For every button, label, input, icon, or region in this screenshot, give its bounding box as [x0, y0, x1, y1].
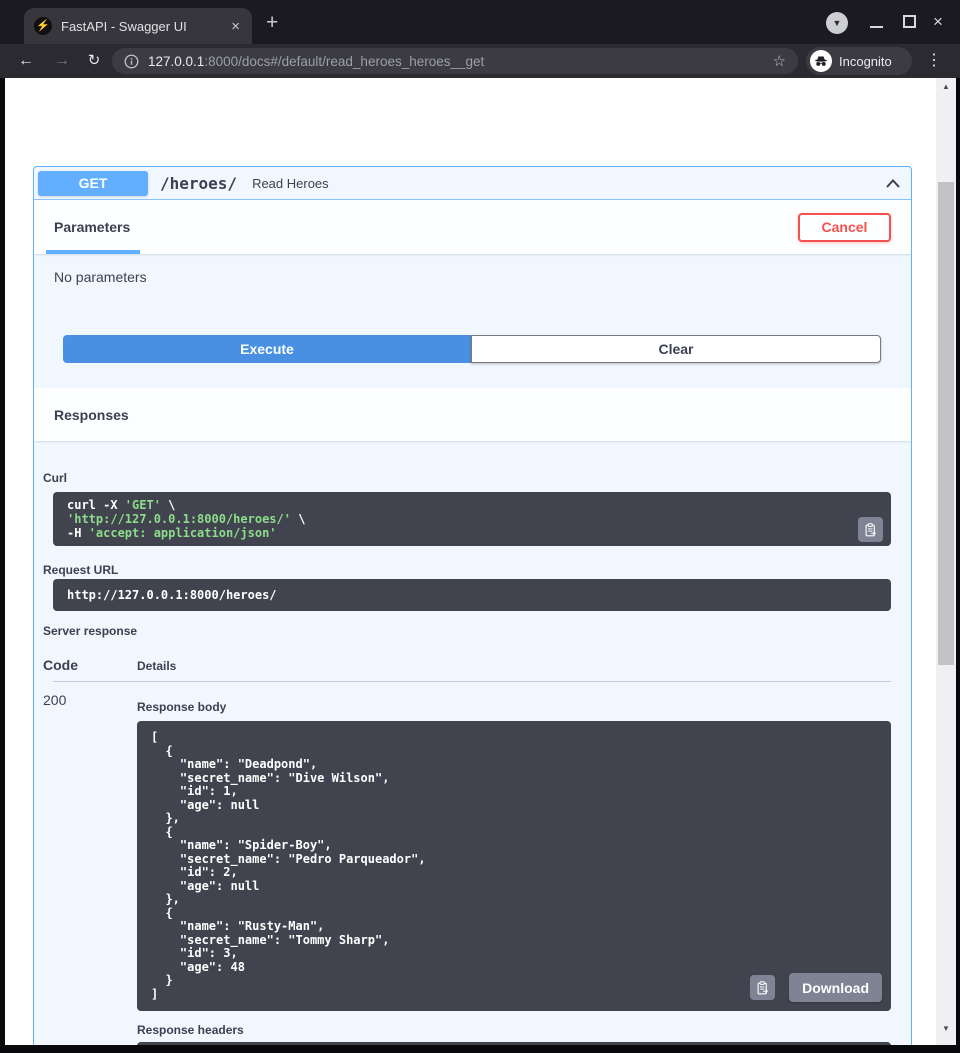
- clear-button[interactable]: Clear: [471, 335, 881, 363]
- incognito-spy-icon: [810, 50, 832, 72]
- browser-window: ⚡ FastAPI - Swagger UI × + ▼ × ← → ↻ 127…: [0, 0, 960, 1053]
- tab-strip: ⚡ FastAPI - Swagger UI × + ▼ ×: [0, 0, 960, 44]
- request-url-value: http://127.0.0.1:8000/heroes/: [53, 579, 891, 611]
- browser-menu-icon[interactable]: ⋮: [926, 44, 942, 78]
- http-method-badge: GET: [38, 171, 148, 196]
- url-text: 127.0.0.1:8000/docs#/default/read_heroes…: [148, 54, 765, 69]
- scrollbar-up-icon[interactable]: ▲: [936, 82, 956, 91]
- response-table-header: Code Details: [43, 655, 891, 673]
- window-maximize-button[interactable]: [903, 15, 916, 28]
- incognito-label: Incognito: [839, 54, 892, 69]
- url-path: :8000/docs#/default/read_heroes_heroes__…: [204, 54, 484, 69]
- url-host: 127.0.0.1: [148, 54, 204, 69]
- forward-button[interactable]: →: [50, 44, 74, 78]
- table-divider: [53, 681, 891, 682]
- execute-row: Execute Clear: [63, 335, 881, 363]
- cancel-button[interactable]: Cancel: [798, 213, 891, 242]
- scrollbar-down-icon[interactable]: ▼: [936, 1024, 956, 1033]
- response-body-actions: Download: [750, 973, 882, 1002]
- details-column-header: Details: [137, 659, 176, 673]
- request-url-label: Request URL: [43, 563, 891, 577]
- reload-button[interactable]: ↻: [82, 44, 106, 78]
- tab-search-icon[interactable]: ▼: [826, 12, 848, 34]
- response-details: Response body [ { "name": "Deadpond", "s…: [137, 692, 891, 1053]
- window-edge-left: [0, 78, 5, 1053]
- tab-title: FastAPI - Swagger UI: [61, 19, 229, 34]
- swagger-page: GET /heroes/ Read Heroes Parameters Canc…: [0, 78, 956, 1053]
- browser-tab[interactable]: ⚡ FastAPI - Swagger UI ×: [24, 8, 252, 44]
- collapse-chevron-icon[interactable]: [883, 174, 903, 194]
- parameters-body: No parameters Execute Clear: [34, 254, 911, 388]
- back-button[interactable]: ←: [14, 44, 38, 78]
- opblock-get-heroes: GET /heroes/ Read Heroes Parameters Canc…: [33, 166, 912, 1053]
- incognito-badge: Incognito: [806, 47, 912, 75]
- window-edge-bottom: [0, 1045, 960, 1053]
- scrollbar-thumb[interactable]: [938, 182, 954, 665]
- server-response-label: Server response: [43, 624, 891, 638]
- copy-response-button[interactable]: [750, 975, 775, 1000]
- page-info-icon[interactable]: [124, 54, 139, 69]
- parameters-title: Parameters: [54, 219, 130, 235]
- curl-label: Curl: [43, 471, 891, 485]
- response-row: 200 Response body [ { "name": "Deadpond"…: [43, 692, 891, 1053]
- endpoint-summary: Read Heroes: [252, 176, 329, 191]
- window-edge-right: [956, 78, 960, 1053]
- curl-command: curl -X 'GET' \ 'http://127.0.0.1:8000/h…: [53, 492, 891, 546]
- response-body-json: [ { "name": "Deadpond", "secret_name": "…: [137, 721, 891, 1011]
- window-minimize-button[interactable]: [870, 26, 883, 28]
- responses-title: Responses: [54, 407, 129, 423]
- fastapi-favicon-icon: ⚡: [34, 17, 52, 35]
- window-close-button[interactable]: ×: [933, 11, 943, 33]
- responses-header: Responses: [34, 388, 911, 441]
- no-parameters-text: No parameters: [54, 269, 891, 286]
- execute-button[interactable]: Execute: [63, 335, 471, 363]
- address-bar[interactable]: 127.0.0.1:8000/docs#/default/read_heroes…: [112, 48, 798, 74]
- opblock-summary[interactable]: GET /heroes/ Read Heroes: [34, 167, 911, 200]
- active-tab-underline: [46, 250, 140, 254]
- response-body-label: Response body: [137, 700, 891, 714]
- endpoint-path: /heroes/: [160, 174, 237, 193]
- status-code: 200: [43, 692, 137, 709]
- tab-close-icon[interactable]: ×: [229, 19, 242, 34]
- code-column-header: Code: [43, 657, 137, 673]
- download-button[interactable]: Download: [789, 973, 882, 1002]
- responses-body: Curl curl -X 'GET' \ 'http://127.0.0.1:8…: [34, 441, 911, 1053]
- new-tab-button[interactable]: +: [266, 12, 278, 33]
- response-headers-label: Response headers: [137, 1023, 891, 1037]
- page-scrollbar[interactable]: ▲ ▼: [936, 78, 956, 1045]
- copy-curl-button[interactable]: [858, 517, 883, 542]
- bookmark-star-icon[interactable]: ☆: [773, 52, 786, 70]
- browser-toolbar: ← → ↻ 127.0.0.1:8000/docs#/default/read_…: [0, 44, 960, 78]
- parameters-header: Parameters Cancel: [34, 200, 911, 254]
